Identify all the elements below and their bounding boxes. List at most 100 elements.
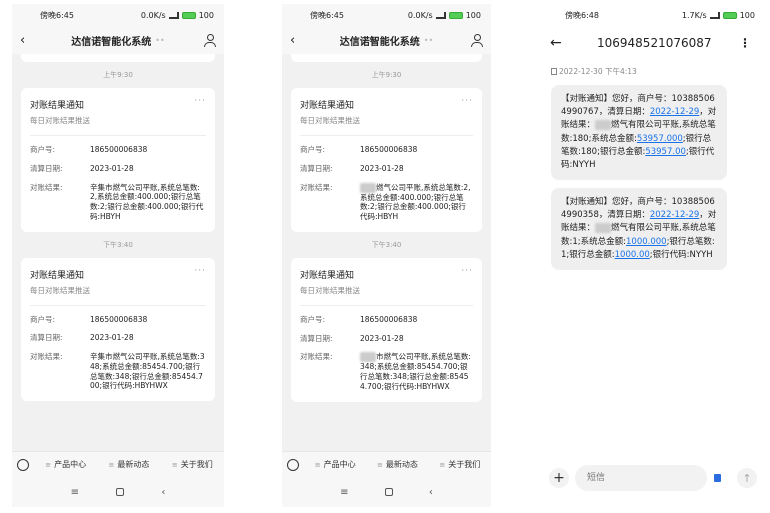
system-navbar: ≡ ‹ <box>12 477 224 507</box>
send-button[interactable]: ↑ <box>737 468 757 488</box>
redacted-mask <box>360 352 376 363</box>
redacted-mask <box>595 222 612 233</box>
status-time: 傍晚6:48 <box>565 10 599 20</box>
card-title: 对账结果通知 <box>30 270 85 281</box>
back-nav-icon[interactable]: ‹ <box>429 487 433 498</box>
sms-timestamp: 2022-12-30 下午4:13 <box>541 66 765 77</box>
card-subtitle: 每日对账结果推送 <box>30 285 206 306</box>
message-card[interactable]: 对账结果通知 每日对账结果推送 ··· 商户号: 186500006838 清算日… <box>21 88 215 232</box>
status-time: 傍晚6:45 <box>310 10 344 20</box>
card-title: 对账结果通知 <box>300 101 355 111</box>
message-composer: + ↑ <box>541 463 765 493</box>
sms-bubble[interactable]: 【对账通知】您好，商户号：103885064990358，清算日期：2022-1… <box>551 188 727 270</box>
keyboard-icon[interactable] <box>282 458 304 471</box>
card-subtitle: 每日对账结果推送 <box>30 115 206 136</box>
redacted-mask <box>595 119 612 130</box>
message-time: 下午3:40 <box>103 240 133 249</box>
keyboard-icon[interactable] <box>12 458 34 471</box>
recents-icon[interactable]: ≡ <box>340 487 348 498</box>
tab-news[interactable]: 最新动态 <box>366 459 428 470</box>
tab-about[interactable]: 关于我们 <box>161 459 224 470</box>
back-icon[interactable]: ‹ <box>290 33 295 48</box>
page-title: 达信诺智能化系统 <box>71 36 152 48</box>
phone-screen-2: 傍晚6:45 0.0K/s 100 ‹ 达信诺智能化系统 •• 上午9:30 对… <box>282 4 491 507</box>
redacted-mask <box>360 182 376 193</box>
overflow-menu-icon[interactable]: ⋮ <box>739 36 751 50</box>
battery-level: 100 <box>465 10 481 20</box>
phone-screen-1: 傍晚6:45 0.0K/s 100 ‹ 达信诺智能化系统 •• 上午9:30 对… <box>12 4 224 507</box>
battery-icon <box>722 11 737 19</box>
reconcile-result: 辛集市燃气公司平账,系统总笔数:2,系统总金额:400.000;银行总笔数:2;… <box>90 182 204 221</box>
settle-date: 2023-01-28 <box>90 163 134 173</box>
network-speed: 0.0K/s <box>407 10 433 20</box>
status-bar: 傍晚6:45 0.0K/s 100 <box>282 4 491 26</box>
menu-dots-icon[interactable]: •• <box>424 36 433 45</box>
recents-icon[interactable]: ≡ <box>71 487 79 498</box>
sms-screen: 傍晚6:48 1.7K/s 100 ← 106948521076087 ⋮ 20… <box>541 4 765 507</box>
merchant-id: 186500006838 <box>360 314 418 324</box>
amount-link[interactable]: 53957.00 <box>645 147 686 157</box>
app-header: ‹ 达信诺智能化系统 •• <box>282 26 491 54</box>
message-card[interactable]: 对账结果通知 每日对账结果推送 ··· 商户号: 186500006838 清算日… <box>291 88 482 232</box>
message-time: 下午3:40 <box>371 240 402 249</box>
battery-level: 100 <box>198 10 214 20</box>
page-title: 达信诺智能化系统 <box>339 36 420 48</box>
status-bar: 傍晚6:45 0.0K/s 100 <box>12 4 224 26</box>
merchant-id: 186500006838 <box>360 145 418 154</box>
battery-icon <box>448 11 463 19</box>
more-icon[interactable]: ··· <box>194 96 206 106</box>
bottom-tabbar: 产品中心 最新动态 关于我们 <box>282 451 491 477</box>
app-header: ‹ 达信诺智能化系统 •• <box>12 26 224 54</box>
menu-dots-icon[interactable]: •• <box>155 36 164 45</box>
home-icon[interactable] <box>116 488 125 496</box>
network-speed: 1.7K/s <box>681 10 707 20</box>
tab-about[interactable]: 关于我们 <box>429 459 491 470</box>
merchant-id: 186500006838 <box>90 145 148 154</box>
more-icon[interactable]: ··· <box>194 266 206 276</box>
sms-bubble[interactable]: 【对账通知】您好，商户号：103885064990767，清算日期：2022-1… <box>551 85 727 181</box>
message-card[interactable]: 对账结果通知 每日对账结果推送 ··· 商户号: 186500006838 清算日… <box>21 257 215 401</box>
battery-level: 100 <box>739 10 755 20</box>
bottom-tabbar: 产品中心 最新动态 关于我们 <box>12 451 224 477</box>
sms-header: ← 106948521076087 ⋮ <box>541 26 765 60</box>
message-card[interactable]: 对账结果通知 每日对账结果推送 ··· 商户号: 186500006838 清算日… <box>291 257 482 402</box>
message-feed: 上午9:30 对账结果通知 每日对账结果推送 ··· 商户号: 186500006… <box>12 54 224 401</box>
date-link[interactable]: 2022-12-29 <box>650 210 699 220</box>
card-subtitle: 每日对账结果推送 <box>300 115 473 136</box>
card-title: 对账结果通知 <box>30 101 85 111</box>
reconcile-result: 市燃气公司平账,系统总笔数:348;系统总金额:85454.700;银行总笔数:… <box>360 352 471 391</box>
battery-icon <box>181 11 196 19</box>
message-feed: 上午9:30 对账结果通知 每日对账结果推送 ··· 商户号: 186500006… <box>282 54 491 402</box>
signal-icon <box>435 11 446 19</box>
amount-link[interactable]: 53957.000 <box>637 134 683 144</box>
reconcile-result: 辛集市燃气公司平账,系统总笔数:348;系统总金额:85454.700;银行总笔… <box>90 352 205 391</box>
card-title: 对账结果通知 <box>300 270 355 281</box>
card-subtitle: 每日对账结果推送 <box>300 285 473 306</box>
back-nav-icon[interactable]: ‹ <box>161 487 165 498</box>
settle-date: 2023-01-28 <box>360 333 404 343</box>
sim-select-icon[interactable] <box>714 474 721 482</box>
amount-link[interactable]: 1000.000 <box>626 237 667 247</box>
tab-news[interactable]: 最新动态 <box>97 459 160 470</box>
date-link[interactable]: 2022-12-29 <box>650 107 699 117</box>
user-icon[interactable] <box>204 33 216 47</box>
message-time: 上午9:30 <box>103 71 133 79</box>
network-speed: 0.0K/s <box>140 10 166 20</box>
home-icon[interactable] <box>384 488 393 496</box>
tab-products[interactable]: 产品中心 <box>34 459 97 470</box>
add-attachment-button[interactable]: + <box>549 468 569 488</box>
sender-number: 106948521076087 <box>597 36 712 50</box>
message-input[interactable] <box>575 465 707 491</box>
merchant-id: 186500006838 <box>90 314 148 324</box>
more-icon[interactable]: ··· <box>461 266 473 276</box>
settle-date: 2023-01-28 <box>360 163 404 173</box>
signal-icon <box>168 11 179 19</box>
user-icon[interactable] <box>471 33 483 47</box>
back-arrow-icon[interactable]: ← <box>550 35 562 51</box>
message-time: 上午9:30 <box>371 71 402 79</box>
status-bar: 傍晚6:48 1.7K/s 100 <box>541 4 765 26</box>
back-icon[interactable]: ‹ <box>20 33 25 48</box>
amount-link[interactable]: 1000.00 <box>615 250 650 260</box>
more-icon[interactable]: ··· <box>461 96 473 106</box>
tab-products[interactable]: 产品中心 <box>304 459 366 470</box>
